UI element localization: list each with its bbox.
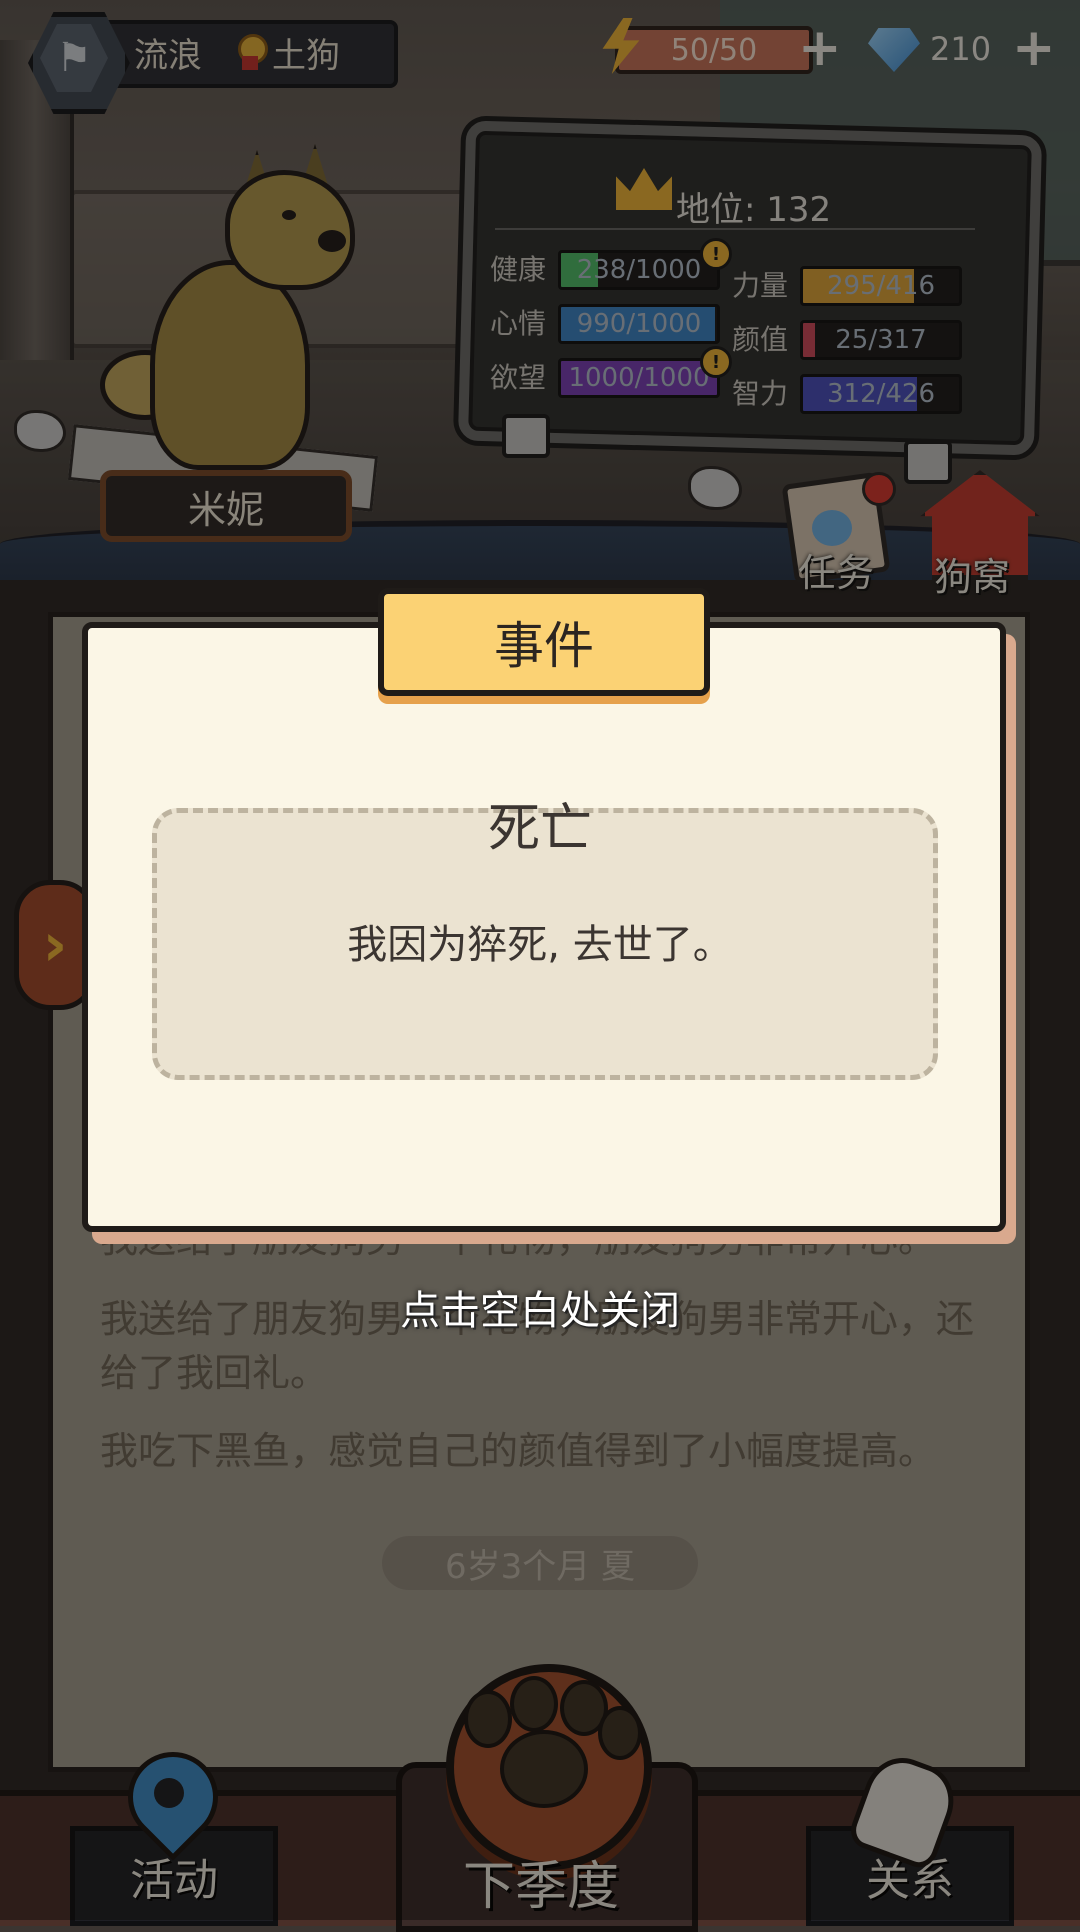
next-season-label: 下季度 <box>462 1857 619 1917</box>
board-divider <box>495 228 975 230</box>
event-header: 事件 <box>494 617 594 675</box>
breed-text: 土狗 <box>272 36 340 76</box>
age-text: 6岁3个月 夏 <box>444 1546 636 1587</box>
warning-icon: ! <box>700 346 732 378</box>
rock <box>14 410 66 452</box>
stat-bar: 295/416 <box>800 266 962 306</box>
dog-nose <box>318 230 346 252</box>
stat-value: 25/317 <box>835 325 927 355</box>
paw-toe-icon <box>598 1706 642 1760</box>
status-text: 流浪 <box>134 36 202 76</box>
notification-dot <box>862 472 896 506</box>
stat-bar: 312/426 <box>800 374 962 414</box>
pet-name: 米妮 <box>187 487 264 532</box>
dog-body[interactable] <box>150 260 310 470</box>
rank-label: 地位: 132 <box>676 190 832 230</box>
event-header-ribbon: 事件 <box>378 588 710 696</box>
kennel-button[interactable]: 狗窝 <box>934 546 1010 601</box>
gem-count: 210 <box>930 30 992 68</box>
rock <box>688 466 742 510</box>
pin-hole <box>154 1778 184 1808</box>
stat-bar: 238/1000 <box>558 250 720 290</box>
stat-value: 990/1000 <box>576 309 702 339</box>
energy-bar: 50/50 <box>615 26 813 74</box>
stat-bar: 990/1000 <box>558 304 720 344</box>
stat-label: 力量 <box>732 269 789 302</box>
stat-label: 健康 <box>490 253 547 286</box>
stat-value: 295/416 <box>826 271 935 301</box>
log-entry: 我吃下黑鱼，感觉自己的颜值得到了小幅度提高。 <box>100 1429 937 1473</box>
dog-eye <box>282 210 296 220</box>
stat-value: 1000/1000 <box>568 363 710 393</box>
board-leg <box>904 440 952 484</box>
energy-value: 50/50 <box>670 32 758 68</box>
stat-value: 238/1000 <box>576 255 702 285</box>
medal-ribbon <box>242 56 258 70</box>
stat-value: 312/426 <box>826 379 935 409</box>
paw-pad-icon <box>500 1730 588 1808</box>
paw-icon <box>812 510 852 546</box>
warning-icon: ! <box>700 238 732 270</box>
stat-label: 智力 <box>732 377 789 410</box>
paw-toe-icon <box>510 1676 558 1732</box>
add-gems-button[interactable]: + <box>1012 22 1056 74</box>
pet-name-plate[interactable]: 米妮 <box>100 470 352 542</box>
close-hint[interactable]: 点击空白处关闭 <box>0 1278 1080 1336</box>
stat-label: 颜值 <box>732 323 789 356</box>
paw-toe-icon <box>464 1690 512 1748</box>
tasks-button[interactable]: 任务 <box>798 542 874 597</box>
stat-label: 欲望 <box>490 361 547 394</box>
event-title: 死亡 <box>487 799 592 859</box>
age-pill: 6岁3个月 夏 <box>382 1536 698 1590</box>
stat-bar: 25/317 <box>800 320 962 360</box>
event-description: 我因为猝死, 去世了。 <box>347 922 733 968</box>
stat-label: 心情 <box>490 307 547 340</box>
add-energy-button[interactable]: + <box>798 22 842 74</box>
board-leg <box>502 414 550 458</box>
stat-bar: 1000/1000 <box>558 358 720 398</box>
